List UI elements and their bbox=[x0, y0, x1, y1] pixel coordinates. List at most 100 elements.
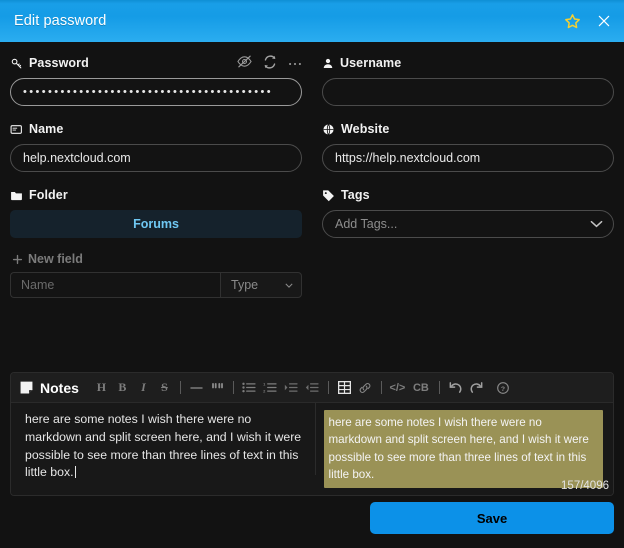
tags-label-row: Tags bbox=[322, 186, 614, 204]
code-block-button[interactable]: CB bbox=[408, 377, 434, 399]
password-field-group: Password •••••••••••••••••••••••••••••••… bbox=[10, 54, 302, 106]
tags-field-group: Tags Add Tags... bbox=[322, 186, 614, 238]
eye-slash-icon bbox=[237, 55, 252, 68]
quote-icon bbox=[212, 383, 223, 389]
tags-label: Tags bbox=[341, 188, 370, 202]
tag-icon bbox=[323, 189, 334, 201]
notes-title-group: Notes bbox=[19, 380, 79, 396]
bullet-list-icon bbox=[242, 382, 257, 393]
chevron-down-icon bbox=[590, 220, 603, 228]
redo-button[interactable] bbox=[466, 377, 487, 399]
title-bar: Edit password bbox=[0, 0, 624, 42]
tags-select[interactable]: Add Tags... bbox=[322, 210, 614, 238]
user-icon bbox=[323, 58, 333, 68]
dialog-footer: Save bbox=[0, 496, 624, 548]
favorite-button[interactable] bbox=[562, 11, 582, 31]
website-value: https://help.nextcloud.com bbox=[335, 151, 481, 165]
new-field-header: New field bbox=[12, 252, 302, 266]
folder-label: Folder bbox=[29, 188, 68, 202]
website-field-group: Website https://help.nextcloud.com bbox=[322, 120, 614, 172]
new-field-type-select[interactable]: Type bbox=[220, 272, 302, 298]
username-input[interactable] bbox=[322, 78, 614, 106]
notes-preview-text: here are some notes I wish there were no… bbox=[323, 410, 603, 488]
folder-icon bbox=[11, 191, 22, 200]
toolbar-separator-5 bbox=[438, 381, 440, 394]
horizontal-rule-icon bbox=[190, 386, 203, 389]
new-field-type-placeholder: Type bbox=[231, 278, 259, 292]
new-field-label: New field bbox=[28, 252, 83, 266]
right-column: Username Website https://help.nextcloud.… bbox=[322, 54, 614, 372]
regenerate-password-button[interactable] bbox=[263, 54, 277, 72]
name-input[interactable]: help.nextcloud.com bbox=[10, 144, 302, 172]
link-button[interactable] bbox=[355, 377, 376, 399]
new-field-name-input[interactable]: Name bbox=[10, 272, 220, 298]
password-input[interactable]: •••••••••••••••••••••••••••••••••••••••• bbox=[10, 78, 302, 106]
name-label: Name bbox=[29, 122, 64, 136]
numbered-list-button[interactable]: 1 2 bbox=[260, 377, 281, 399]
toolbar-separator-1 bbox=[179, 381, 181, 394]
title-bar-buttons bbox=[562, 11, 614, 31]
folder-select-button[interactable]: Forums bbox=[10, 210, 302, 238]
star-icon bbox=[564, 13, 580, 28]
password-more-options-button[interactable] bbox=[288, 56, 302, 70]
new-field-row: Name Type bbox=[10, 272, 302, 298]
save-button[interactable]: Save bbox=[370, 502, 614, 534]
undo-icon bbox=[449, 381, 462, 393]
toolbar-separator-2 bbox=[232, 381, 234, 394]
link-icon bbox=[360, 382, 371, 393]
horizontal-rule-button[interactable] bbox=[186, 377, 207, 399]
website-input[interactable]: https://help.nextcloud.com bbox=[322, 144, 614, 172]
tags-placeholder: Add Tags... bbox=[335, 217, 398, 231]
close-icon bbox=[598, 15, 610, 27]
outdent-button[interactable] bbox=[302, 377, 323, 399]
heading-button[interactable]: H bbox=[91, 377, 112, 399]
help-icon: ? bbox=[497, 381, 510, 394]
table-button[interactable] bbox=[334, 377, 355, 399]
notes-title: Notes bbox=[40, 379, 79, 396]
edit-password-dialog: Edit password Password •••••••••••••••••… bbox=[0, 0, 624, 548]
strikethrough-button[interactable]: S bbox=[154, 377, 175, 399]
notes-editor-text: here are some notes I wish there were no… bbox=[25, 412, 302, 480]
character-counter: 157/4096 bbox=[561, 480, 609, 492]
table-icon bbox=[337, 381, 351, 394]
redo-icon bbox=[470, 381, 483, 393]
numbered-list-icon: 1 2 bbox=[264, 382, 278, 393]
notes-panes: here are some notes I wish there were no… bbox=[11, 403, 613, 492]
folder-field-group: Folder Forums bbox=[10, 186, 302, 238]
window-title: Edit password bbox=[14, 13, 107, 29]
name-label-row: Name bbox=[10, 120, 302, 138]
globe-icon bbox=[323, 123, 334, 135]
italic-button[interactable]: I bbox=[133, 377, 154, 399]
name-field-group: Name help.nextcloud.com bbox=[10, 120, 302, 172]
password-label-row: Password bbox=[10, 54, 302, 72]
key-icon bbox=[11, 58, 22, 68]
ellipsis-icon bbox=[289, 62, 301, 66]
inline-code-button[interactable]: </> bbox=[387, 377, 408, 399]
username-label-row: Username bbox=[322, 54, 614, 72]
blockquote-button[interactable] bbox=[207, 377, 228, 399]
username-label: Username bbox=[340, 56, 402, 70]
website-label: Website bbox=[341, 122, 390, 136]
notes-toolbar: Notes H B I S 1 2 </> CB ? bbox=[11, 373, 613, 403]
plus-icon bbox=[12, 254, 23, 264]
new-field-name-placeholder: Name bbox=[21, 278, 55, 292]
undo-button[interactable] bbox=[445, 377, 466, 399]
fields-area: Password •••••••••••••••••••••••••••••••… bbox=[0, 42, 624, 372]
indent-button[interactable] bbox=[281, 377, 302, 399]
indent-icon bbox=[285, 383, 299, 392]
note-icon bbox=[20, 381, 33, 394]
new-field-group: New field Name Type bbox=[10, 252, 302, 298]
close-button[interactable] bbox=[594, 11, 614, 31]
svg-text:1: 1 bbox=[264, 382, 267, 387]
notes-editor: Notes H B I S 1 2 </> CB ? here are some… bbox=[10, 372, 614, 496]
notes-editor-pane[interactable]: here are some notes I wish there were no… bbox=[11, 403, 316, 479]
help-button[interactable]: ? bbox=[493, 377, 514, 399]
dialog-body: Password •••••••••••••••••••••••••••••••… bbox=[0, 42, 624, 548]
toggle-password-visibility-button[interactable] bbox=[237, 55, 252, 71]
outdent-icon bbox=[306, 383, 320, 392]
bullet-list-button[interactable] bbox=[239, 377, 260, 399]
bold-button[interactable]: B bbox=[112, 377, 133, 399]
chevron-down-icon bbox=[285, 283, 293, 288]
label-icon bbox=[10, 124, 22, 134]
toolbar-separator-3 bbox=[327, 381, 329, 394]
